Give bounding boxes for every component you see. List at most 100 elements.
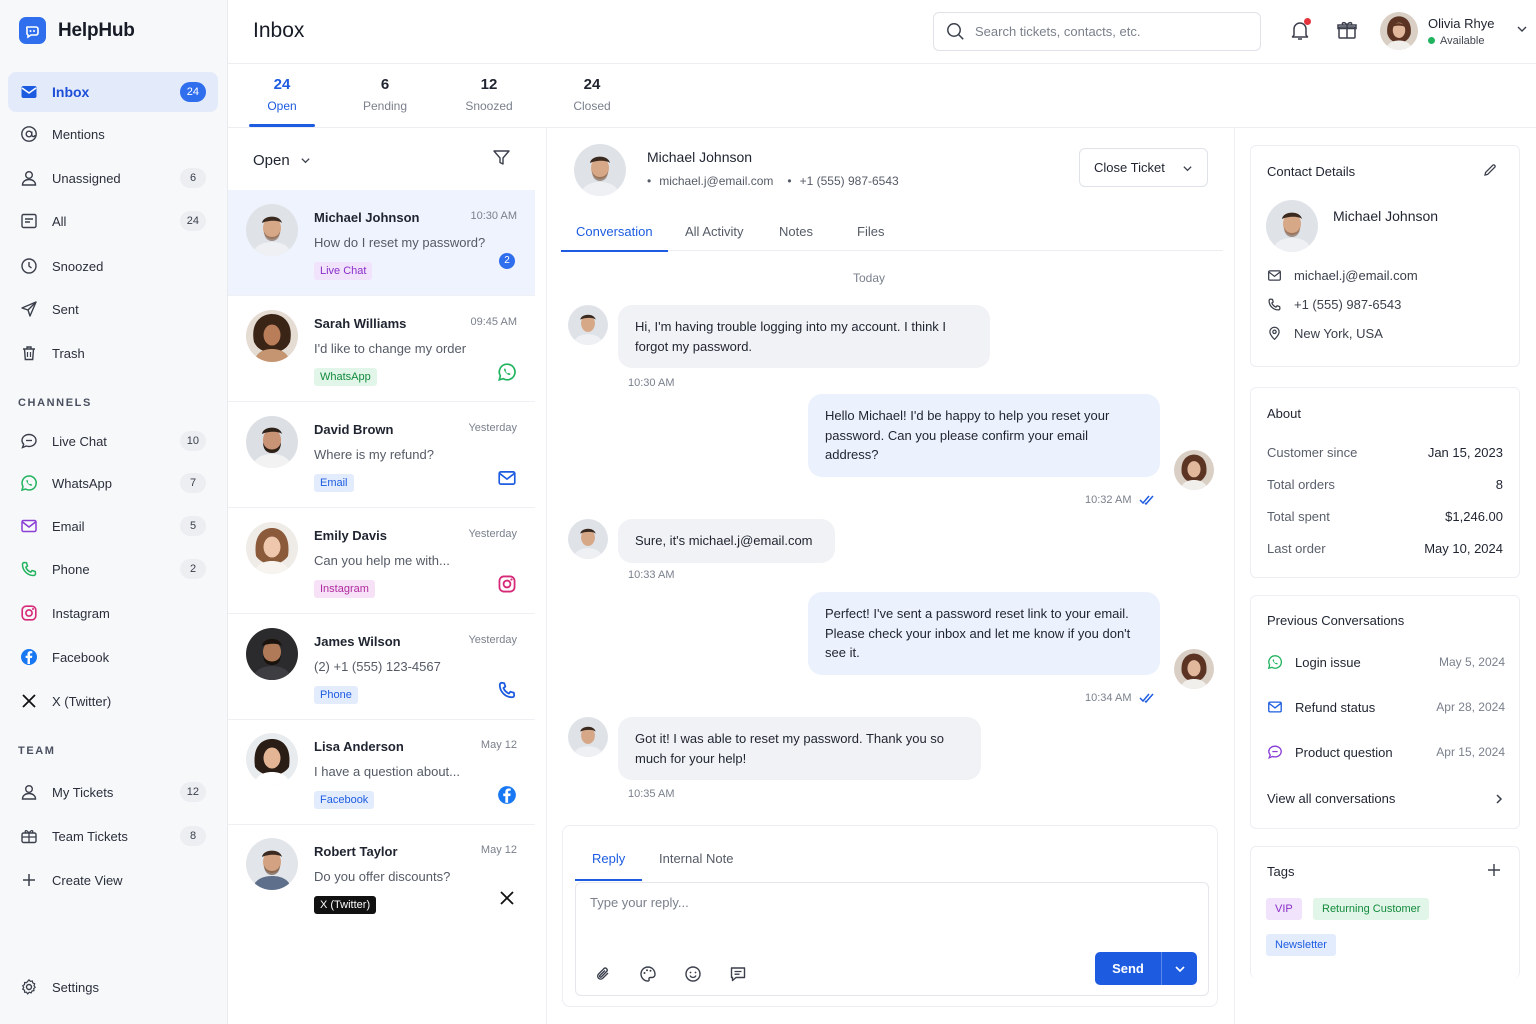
status-tabs: 24 Open 6 Pending 12 Snoozed 24 Closed: [228, 64, 1536, 128]
ticket-item[interactable]: Emily Davis Yesterday Can you help me wi…: [228, 508, 535, 614]
sidebar-item-trash[interactable]: Trash: [8, 333, 218, 373]
tab-notes[interactable]: Notes: [779, 224, 813, 239]
status-filter-dropdown[interactable]: Open: [253, 152, 311, 169]
about-value: May 10, 2024: [1424, 541, 1503, 556]
x-twitter-icon: [499, 890, 515, 906]
sidebar-item-my-tickets[interactable]: My Tickets 12: [8, 772, 218, 812]
card-title: About: [1267, 406, 1301, 421]
tab-snoozed[interactable]: 12 Snoozed: [457, 76, 521, 113]
plus-icon: [19, 870, 39, 890]
sidebar-item-team-tickets[interactable]: Team Tickets 8: [8, 816, 218, 856]
ticket-item[interactable]: David Brown Yesterday Where is my refund…: [228, 402, 535, 508]
gift-button[interactable]: [1335, 18, 1359, 42]
contact-phone: +1 (555) 987-6543: [1294, 297, 1402, 312]
tab-count: 12: [480, 76, 498, 93]
sidebar-item-whatsapp[interactable]: WhatsApp 7: [8, 463, 218, 503]
message-time-label: 10:32 AM: [1085, 494, 1132, 506]
view-all-conversations-link[interactable]: View all conversations: [1267, 791, 1505, 806]
channel-tag: Email: [314, 474, 354, 492]
about-card: About Customer since Jan 15, 2023 Total o…: [1250, 387, 1520, 578]
ticket-item[interactable]: Robert Taylor May 12 Do you offer discou…: [228, 824, 535, 930]
palette-icon[interactable]: [639, 965, 657, 983]
previous-conversation-item[interactable]: Login issue May 5, 2024: [1267, 654, 1505, 670]
tab-pending[interactable]: 6 Pending: [353, 76, 417, 113]
sidebar-item-phone[interactable]: Phone 2: [8, 549, 218, 589]
sidebar-item-label: X (Twitter): [52, 693, 112, 709]
sidebar-item-unassigned[interactable]: Unassigned 6: [8, 158, 218, 198]
sidebar-item-facebook[interactable]: Facebook: [8, 637, 218, 677]
sidebar-item-live-chat[interactable]: Live Chat 10: [8, 421, 218, 461]
sidebar-item-mentions[interactable]: Mentions: [8, 114, 218, 154]
about-key: Total orders: [1267, 477, 1335, 492]
ticket-list: Open Michael Johnson 10:30 AM How do I r…: [228, 128, 547, 1024]
tab-count: 6: [380, 76, 390, 93]
sidebar-item-sent[interactable]: Sent: [8, 289, 218, 329]
ticket-item[interactable]: Michael Johnson 10:30 AM How do I reset …: [228, 190, 535, 296]
sidebar-item-email[interactable]: Email 5: [8, 506, 218, 546]
send-button[interactable]: Send: [1095, 961, 1161, 976]
previous-conversation-item[interactable]: Refund status Apr 28, 2024: [1267, 699, 1505, 715]
tab-all-activity[interactable]: All Activity: [685, 224, 744, 239]
reply-input[interactable]: [590, 895, 1190, 935]
ticket-preview: Where is my refund?: [314, 447, 434, 462]
about-value: 8: [1495, 477, 1503, 492]
tab-files[interactable]: Files: [857, 224, 884, 239]
notifications-button[interactable]: [1288, 18, 1312, 42]
close-ticket-label: Close Ticket: [1094, 160, 1165, 175]
app-logo[interactable]: HelpHub: [19, 17, 135, 44]
whatsapp-icon: [497, 362, 517, 382]
add-tag-plus-icon[interactable]: [1487, 863, 1501, 877]
status-dot: [1428, 37, 1435, 44]
canned-response-icon[interactable]: [729, 965, 747, 983]
edit-pencil-icon[interactable]: [1483, 163, 1497, 177]
email-icon: [1267, 268, 1282, 283]
user-menu[interactable]: Olivia Rhye Available: [1380, 12, 1528, 50]
avatar: [246, 310, 298, 362]
ticket-time: 09:45 AM: [470, 316, 517, 328]
tab-conversation[interactable]: Conversation: [561, 224, 668, 252]
contact-location: New York, USA: [1294, 326, 1383, 341]
date-divider: Today: [852, 271, 886, 285]
message-time-label: 10:34 AM: [1085, 692, 1132, 704]
search-input[interactable]: [975, 24, 1245, 39]
previous-subject: Login issue: [1295, 654, 1361, 670]
previous-date: Apr 28, 2024: [1436, 700, 1505, 714]
sidebar-item-x-twitter[interactable]: X (Twitter): [8, 681, 218, 721]
ticket-item[interactable]: Lisa Anderson May 12 I have a question a…: [228, 719, 535, 825]
close-ticket-button[interactable]: Close Ticket: [1079, 148, 1208, 187]
contact-meta: michael.j@email.com +1 (555) 987-6543: [647, 174, 899, 188]
filter-button[interactable]: [492, 148, 511, 167]
sidebar-item-snoozed[interactable]: Snoozed: [8, 246, 218, 286]
sidebar-item-create-view[interactable]: Create View: [8, 860, 218, 900]
sidebar-item-inbox[interactable]: Inbox 24: [8, 72, 218, 112]
sidebar-item-label: All: [52, 213, 67, 229]
count-badge: 12: [179, 782, 206, 802]
attachment-icon[interactable]: [594, 965, 612, 983]
ticket-item[interactable]: James Wilson Yesterday (2) +1 (555) 123-…: [228, 614, 535, 720]
about-row: Total orders 8: [1267, 477, 1503, 492]
search-bar[interactable]: [933, 12, 1261, 51]
sidebar-item-instagram[interactable]: Instagram: [8, 593, 218, 633]
tab-closed[interactable]: 24 Closed: [560, 76, 624, 113]
sidebar-item-settings[interactable]: Settings: [8, 967, 218, 1007]
sidebar-item-all[interactable]: All 24: [8, 201, 218, 241]
ticket-name: Sarah Williams: [314, 316, 407, 331]
tag-newsletter[interactable]: Newsletter: [1266, 934, 1336, 956]
tag-vip[interactable]: VIP: [1266, 898, 1302, 920]
tab-reply[interactable]: Reply: [574, 851, 643, 881]
send-options-button[interactable]: [1162, 963, 1197, 975]
tray-icon: [19, 211, 39, 231]
contact-email-row: michael.j@email.com: [1267, 268, 1418, 283]
ticket-item[interactable]: Sarah Williams 09:45 AM I'd like to chan…: [228, 296, 535, 402]
trash-icon: [19, 343, 39, 363]
emoji-icon[interactable]: [684, 965, 702, 983]
count-badge: 7: [180, 473, 206, 493]
previous-conversation-item[interactable]: Product question Apr 15, 2024: [1267, 744, 1505, 760]
tab-count: 24: [583, 76, 601, 93]
tab-internal-note[interactable]: Internal Note: [659, 851, 733, 866]
sidebar-item-label: My Tickets: [52, 784, 114, 800]
tab-open[interactable]: 24 Open: [249, 76, 315, 127]
email-icon: [497, 468, 517, 488]
reply-composer: Reply Internal Note Send: [562, 825, 1218, 1007]
tag-returning-customer[interactable]: Returning Customer: [1313, 898, 1430, 920]
